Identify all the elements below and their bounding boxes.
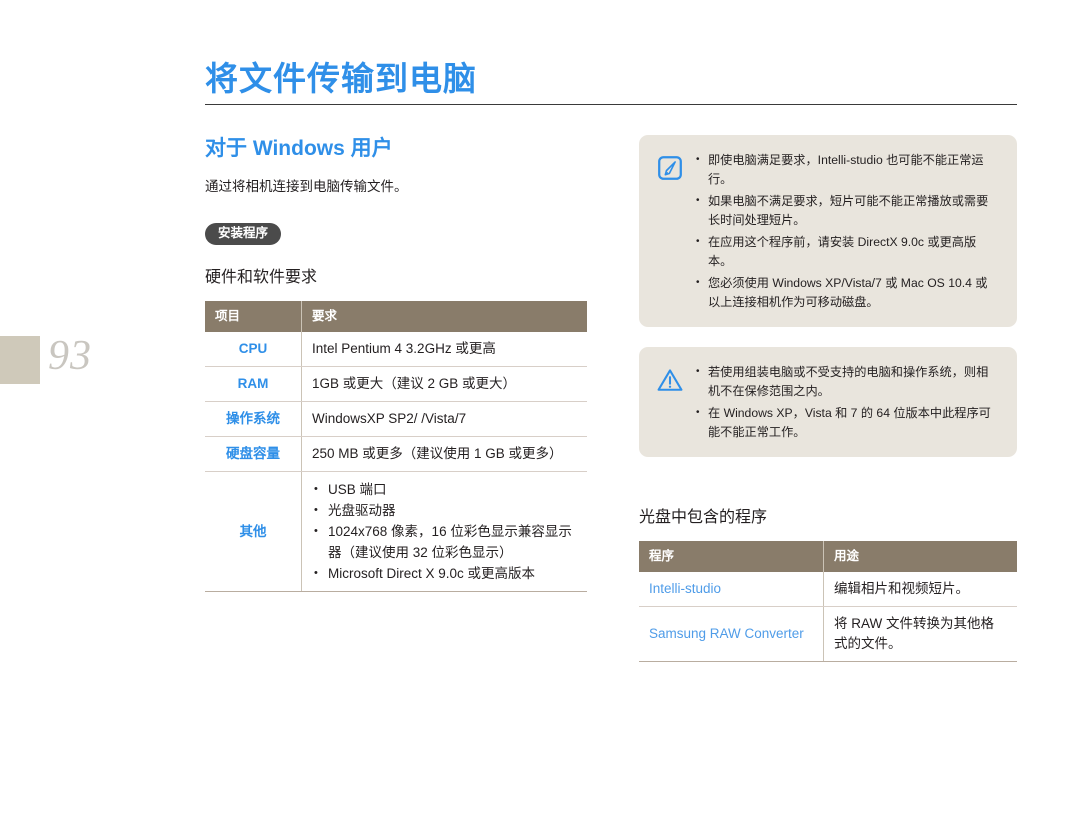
row-key-ram: RAM (205, 366, 302, 402)
requirements-table: 项目 要求 CPU Intel Pentium 4 3.2GHz 或更高 RAM… (205, 301, 587, 592)
warning-triangle-icon (657, 369, 683, 391)
row-value-ram: 1GB 或更大（建议 2 GB 或更大） (301, 366, 587, 402)
column-header-purpose: 用途 (823, 541, 1017, 572)
list-item: 若使用组装电脑或不受支持的电脑和操作系统，则相机不在保修范围之内。 (696, 363, 999, 404)
table-row: 操作系统 WindowsXP SP2/ /Vista/7 (205, 401, 587, 437)
list-item: 在应用这个程序前，请安装 DirectX 9.0c 或更高版本。 (696, 233, 999, 274)
row-key-cpu: CPU (205, 332, 302, 367)
note-pencil-icon (658, 156, 682, 180)
list-item: 1024x768 像素，16 位彩色显示兼容显示器（建议使用 32 位彩色显示） (314, 521, 577, 563)
table-header-row: 程序 用途 (639, 541, 1017, 572)
table-row: RAM 1GB 或更大（建议 2 GB 或更大） (205, 366, 587, 402)
note-callout: 即使电脑满足要求，Intelli-studio 也可能不能正常运行。 如果电脑不… (639, 135, 1017, 327)
column-header-requirement: 要求 (301, 301, 587, 332)
list-item: 即使电脑满足要求，Intelli-studio 也可能不能正常运行。 (696, 151, 999, 192)
column-header-item: 项目 (205, 301, 302, 332)
row-key-other: 其他 (205, 471, 302, 592)
program-name-intelli-studio: Intelli-studio (639, 572, 824, 607)
list-item: 如果电脑不满足要求，短片可能不能正常播放或需要长时间处理短片。 (696, 192, 999, 233)
row-value-os: WindowsXP SP2/ /Vista/7 (301, 401, 587, 437)
sub-heading-requirements: 硬件和软件要求 (205, 269, 318, 286)
warning-list: 若使用组装电脑或不受支持的电脑和操作系统，则相机不在保修范围之内。 在 Wind… (694, 363, 999, 441)
page-edge-tab (0, 336, 40, 384)
row-value-cpu: Intel Pentium 4 3.2GHz 或更高 (301, 332, 587, 367)
title-rule (205, 104, 1017, 105)
section-heading-windows-users: 对于 Windows 用户 (205, 137, 393, 160)
table-row: Intelli-studio 编辑相片和视频短片。 (639, 572, 1017, 607)
list-item: 在 Windows XP，Vista 和 7 的 64 位版本中此程序可能不能正… (696, 404, 999, 441)
list-item: Microsoft Direct X 9.0c 或更高版本 (314, 563, 577, 584)
table-header-row: 项目 要求 (205, 301, 587, 332)
left-column: 对于 Windows 用户 通过将相机连接到电脑传输文件。 安装程序 硬件和软件… (205, 135, 587, 662)
install-program-badge: 安装程序 (205, 223, 282, 245)
programs-table: 程序 用途 Intelli-studio 编辑相片和视频短片。 Samsung … (639, 541, 1017, 662)
program-name-samsung-raw-converter: Samsung RAW Converter (639, 606, 824, 662)
row-value-other: USB 端口 光盘驱动器 1024x768 像素，16 位彩色显示兼容显示器（建… (301, 471, 587, 592)
other-requirements-list: USB 端口 光盘驱动器 1024x768 像素，16 位彩色显示兼容显示器（建… (312, 479, 577, 584)
note-list: 即使电脑满足要求，Intelli-studio 也可能不能正常运行。 如果电脑不… (694, 151, 999, 311)
intro-paragraph: 通过将相机连接到电脑传输文件。 (205, 179, 408, 194)
page-number: 93 (48, 333, 92, 379)
warning-callout: 若使用组装电脑或不受支持的电脑和操作系统，则相机不在保修范围之内。 在 Wind… (639, 347, 1017, 457)
two-column-body: 对于 Windows 用户 通过将相机连接到电脑传输文件。 安装程序 硬件和软件… (205, 135, 1017, 662)
list-item: 光盘驱动器 (314, 500, 577, 521)
row-key-os: 操作系统 (205, 401, 302, 437)
row-value-disk: 250 MB 或更多（建议使用 1 GB 或更多） (301, 436, 587, 472)
table-row: 其他 USB 端口 光盘驱动器 1024x768 像素，16 位彩色显示兼容显示… (205, 471, 587, 592)
table-row: CPU Intel Pentium 4 3.2GHz 或更高 (205, 332, 587, 367)
sub-heading-programs: 光盘中包含的程序 (639, 509, 768, 526)
page-title: 将文件传输到电脑 (205, 60, 477, 97)
row-key-disk: 硬盘容量 (205, 436, 302, 472)
right-column: 即使电脑满足要求，Intelli-studio 也可能不能正常运行。 如果电脑不… (639, 135, 1017, 662)
list-item: 您必须使用 Windows XP/Vista/7 或 Mac OS 10.4 或… (696, 274, 999, 311)
program-purpose-intelli-studio: 编辑相片和视频短片。 (823, 572, 1017, 607)
list-item: USB 端口 (314, 479, 577, 500)
program-purpose-samsung-raw-converter: 将 RAW 文件转换为其他格式的文件。 (823, 606, 1017, 662)
page-content: 将文件传输到电脑 对于 Windows 用户 通过将相机连接到电脑传输文件。 安… (205, 58, 1017, 662)
column-header-program: 程序 (639, 541, 824, 572)
table-row: Samsung RAW Converter 将 RAW 文件转换为其他格式的文件… (639, 606, 1017, 662)
table-row: 硬盘容量 250 MB 或更多（建议使用 1 GB 或更多） (205, 436, 587, 472)
